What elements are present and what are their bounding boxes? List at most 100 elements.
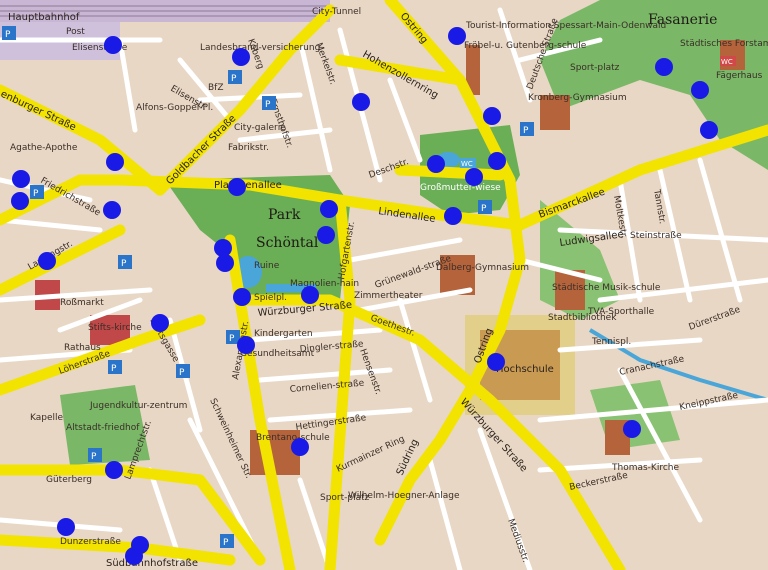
label-tennispl: Tennispl. <box>591 337 631 347</box>
location-marker[interactable] <box>105 461 123 479</box>
label-schoental: Schöntal <box>256 235 319 251</box>
label-thomas: Thomas-Kirche <box>611 463 679 473</box>
svg-text:P: P <box>265 100 271 110</box>
location-marker[interactable] <box>104 36 122 54</box>
label-tourist-info: Tourist-Information Spessart-Main-Odenwa… <box>465 21 666 31</box>
label-landesbrand: Landesbrand-versicherung <box>200 43 320 53</box>
location-marker[interactable] <box>483 107 501 125</box>
location-marker[interactable] <box>691 81 709 99</box>
parking-icon: P <box>262 96 276 110</box>
label-zimmertheater: Zimmertheater <box>354 291 423 301</box>
svg-text:P: P <box>91 452 97 462</box>
label-city-galerie: City-galerie <box>234 123 286 133</box>
parking-icon: P <box>220 534 234 548</box>
location-marker[interactable] <box>700 121 718 139</box>
parking-icon: P <box>176 364 190 378</box>
location-marker[interactable] <box>12 170 30 188</box>
location-marker[interactable] <box>487 353 505 371</box>
label-dunzerstr: Dunzerstraße <box>60 537 121 547</box>
location-marker[interactable] <box>444 207 462 225</box>
label-hauptbahnhof: Hauptbahnhof <box>8 12 80 23</box>
label-stiftskirche: Stifts-kirche <box>88 323 142 333</box>
label-grossmutter: Großmutter-wiese <box>420 183 501 193</box>
parking-icon: P <box>2 26 16 40</box>
location-marker[interactable] <box>352 93 370 111</box>
parking-icon: P <box>108 360 122 374</box>
label-park: Park <box>268 207 301 223</box>
label-ruine: Ruine <box>254 261 280 271</box>
svg-text:WC: WC <box>461 160 473 168</box>
label-post: Post <box>66 27 85 37</box>
road-deschstr <box>394 164 506 181</box>
location-marker[interactable] <box>237 336 255 354</box>
location-marker[interactable] <box>151 314 169 332</box>
location-marker[interactable] <box>623 420 641 438</box>
label-rathaus: Rathaus <box>64 343 101 353</box>
location-marker[interactable] <box>301 286 319 304</box>
location-marker[interactable] <box>125 547 143 565</box>
parking-icon: P <box>520 122 534 136</box>
location-marker[interactable] <box>38 252 56 270</box>
location-marker[interactable] <box>317 226 335 244</box>
label-bfz: BfZ <box>208 83 224 93</box>
location-marker[interactable] <box>228 178 246 196</box>
parking-icon: P <box>478 200 492 214</box>
location-marker[interactable] <box>465 168 483 186</box>
location-marker[interactable] <box>427 155 445 173</box>
svg-text:P: P <box>223 538 229 548</box>
wc-icon: WC <box>720 56 736 66</box>
svg-text:P: P <box>111 364 117 374</box>
parking-icon: P <box>228 70 242 84</box>
label-hochschule: Hochschule <box>496 364 554 375</box>
svg-text:P: P <box>229 334 235 344</box>
label-sportplatz-bottom: Sport-platz <box>320 493 370 503</box>
label-kapelle: Kapelle <box>30 413 64 423</box>
label-forstamt: Städtisches Forstamt <box>680 39 768 49</box>
label-altstadtfriedhof: Altstadt-friedhof <box>66 423 140 433</box>
label-suedbahnhofstr: Südbahnhofstraße <box>106 558 198 569</box>
city-map[interactable]: Fasanerie Park Schöntal Goldbacher Straß… <box>0 0 768 570</box>
label-jugendkultur: Jugendkultur-zentrum <box>89 401 187 411</box>
label-alte-apotheke: Agathe-Apothe <box>10 143 78 153</box>
location-marker[interactable] <box>57 518 75 536</box>
location-marker[interactable] <box>291 438 309 456</box>
label-tva: TVA-Sporthalle <box>587 307 655 317</box>
label-citytunnel: City-Tunnel <box>312 7 361 17</box>
svg-text:P: P <box>231 74 237 84</box>
location-marker[interactable] <box>488 152 506 170</box>
parking-icon: P <box>88 448 102 462</box>
svg-text:P: P <box>523 126 529 136</box>
wc-icon: WC <box>460 158 476 168</box>
location-marker[interactable] <box>448 27 466 45</box>
label-magnolien: Magnolien-hain <box>290 279 359 289</box>
label-musikschule: Städtische Musik-schule <box>552 283 661 293</box>
svg-text:P: P <box>179 368 185 378</box>
svg-text:P: P <box>5 30 11 40</box>
location-marker[interactable] <box>232 48 250 66</box>
label-steinstr: Steinstraße <box>630 231 682 241</box>
svg-text:P: P <box>33 189 39 199</box>
svg-text:WC: WC <box>721 58 733 66</box>
label-dalberg: Dalberg-Gymnasium <box>436 263 529 273</box>
svg-text:P: P <box>121 259 127 269</box>
location-marker[interactable] <box>320 200 338 218</box>
location-marker[interactable] <box>103 201 121 219</box>
label-rossmarkt: Roßmarkt <box>60 298 104 308</box>
label-kronberg: Kronberg-Gymnasium <box>528 93 627 103</box>
location-marker[interactable] <box>233 288 251 306</box>
location-marker[interactable] <box>655 58 673 76</box>
label-faegerhaus: Fägerhaus <box>716 71 763 81</box>
label-spielpl: Spielpl. <box>254 293 287 303</box>
label-alfonsgoppel: Alfons-Goppel-Pl. <box>136 103 213 113</box>
label-platanenallee: Platanenallee <box>214 180 282 191</box>
location-marker[interactable] <box>11 192 29 210</box>
svg-text:P: P <box>481 204 487 214</box>
parking-icon: P <box>118 255 132 269</box>
label-kindergarten: Kindergarten <box>254 329 313 339</box>
location-marker[interactable] <box>106 153 124 171</box>
label-sportplatz-top: Sport-platz <box>570 63 620 73</box>
label-fabrikstr: Fabrikstr. <box>228 143 269 153</box>
parking-icon: P <box>30 185 44 199</box>
location-marker[interactable] <box>216 254 234 272</box>
label-froebel: Fröbel-u. Gutenberg-schule <box>464 41 587 51</box>
